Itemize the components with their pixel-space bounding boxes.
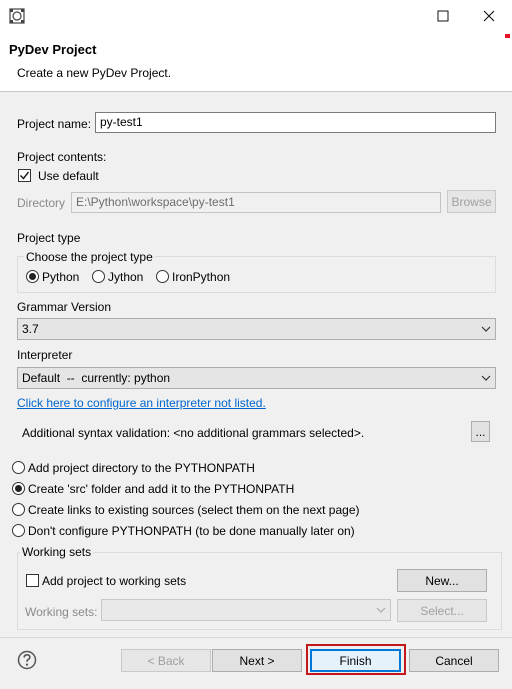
radio-jython[interactable] bbox=[92, 270, 105, 283]
error-marker bbox=[505, 34, 510, 38]
finish-highlight bbox=[306, 644, 406, 675]
add-to-working-sets-checkbox[interactable] bbox=[26, 574, 39, 587]
radio-create-src[interactable] bbox=[12, 482, 25, 495]
chevron-down-icon bbox=[481, 375, 491, 381]
wizard-header bbox=[0, 32, 512, 92]
project-type-label: Project type bbox=[17, 231, 81, 245]
checkmark-icon bbox=[19, 171, 30, 180]
radio-create-src-label: Create 'src' folder and add it to the PY… bbox=[28, 482, 295, 496]
wizard-subtitle: Create a new PyDev Project. bbox=[17, 66, 172, 80]
cancel-button[interactable]: Cancel bbox=[409, 649, 499, 672]
back-button: < Back bbox=[121, 649, 211, 672]
footer-divider bbox=[0, 637, 512, 638]
grammar-version-select[interactable]: 3.7 bbox=[17, 318, 496, 340]
directory-input: E:\Python\workspace\py-test1 bbox=[71, 192, 441, 213]
radio-dont-configure[interactable] bbox=[12, 524, 25, 537]
add-to-working-sets-label: Add project to working sets bbox=[42, 574, 187, 588]
grammar-version-label: Grammar Version bbox=[17, 300, 112, 314]
maximize-button[interactable] bbox=[420, 0, 466, 32]
project-contents-label: Project contents: bbox=[17, 150, 107, 164]
project-name-label: Project name: bbox=[17, 117, 92, 131]
radio-create-links-label: Create links to existing sources (select… bbox=[28, 503, 360, 517]
next-button[interactable]: Next > bbox=[212, 649, 302, 672]
use-default-checkbox[interactable] bbox=[18, 169, 31, 182]
chevron-down-icon bbox=[376, 607, 386, 613]
radio-add-project-dir-label: Add project directory to the PYTHONPATH bbox=[28, 461, 255, 475]
close-icon bbox=[483, 10, 495, 22]
working-sets-select bbox=[101, 599, 391, 621]
question-icon[interactable] bbox=[17, 650, 37, 670]
use-default-label: Use default bbox=[38, 169, 99, 183]
maximize-icon bbox=[437, 10, 449, 22]
syntax-validation-label: Additional syntax validation: <no additi… bbox=[22, 426, 365, 440]
grammar-version-value: 3.7 bbox=[22, 322, 39, 336]
radio-ironpython[interactable] bbox=[156, 270, 169, 283]
syntax-validation-button[interactable]: ... bbox=[471, 421, 490, 442]
interpreter-value: Default -- currently: python bbox=[22, 371, 171, 385]
interpreter-select[interactable]: Default -- currently: python bbox=[17, 367, 496, 389]
radio-create-links[interactable] bbox=[12, 503, 25, 516]
radio-jython-label: Jython bbox=[108, 270, 144, 284]
radio-ironpython-label: IronPython bbox=[172, 270, 231, 284]
close-button[interactable] bbox=[466, 0, 512, 32]
working-sets-group-label: Working sets bbox=[20, 545, 94, 559]
radio-python-label: Python bbox=[42, 270, 80, 284]
chevron-down-icon bbox=[481, 326, 491, 332]
configure-interpreter-link[interactable]: Click here to configure an interpreter n… bbox=[17, 396, 266, 410]
select-working-sets-button: Select... bbox=[397, 599, 487, 622]
eclipse-app-icon bbox=[9, 8, 25, 24]
radio-add-project-dir[interactable] bbox=[12, 461, 25, 474]
wizard-title: PyDev Project bbox=[9, 42, 97, 57]
directory-label: Directory bbox=[17, 196, 66, 210]
radio-python[interactable] bbox=[26, 270, 39, 283]
radio-dont-configure-label: Don't configure PYTHONPATH (to be done m… bbox=[28, 524, 355, 538]
project-type-group-label: Choose the project type bbox=[24, 250, 155, 264]
working-sets-label: Working sets: bbox=[25, 605, 98, 619]
new-working-set-button[interactable]: New... bbox=[397, 569, 487, 592]
project-name-input[interactable]: py-test1 bbox=[95, 112, 496, 133]
interpreter-label: Interpreter bbox=[17, 348, 73, 362]
browse-button: Browse bbox=[447, 190, 496, 213]
